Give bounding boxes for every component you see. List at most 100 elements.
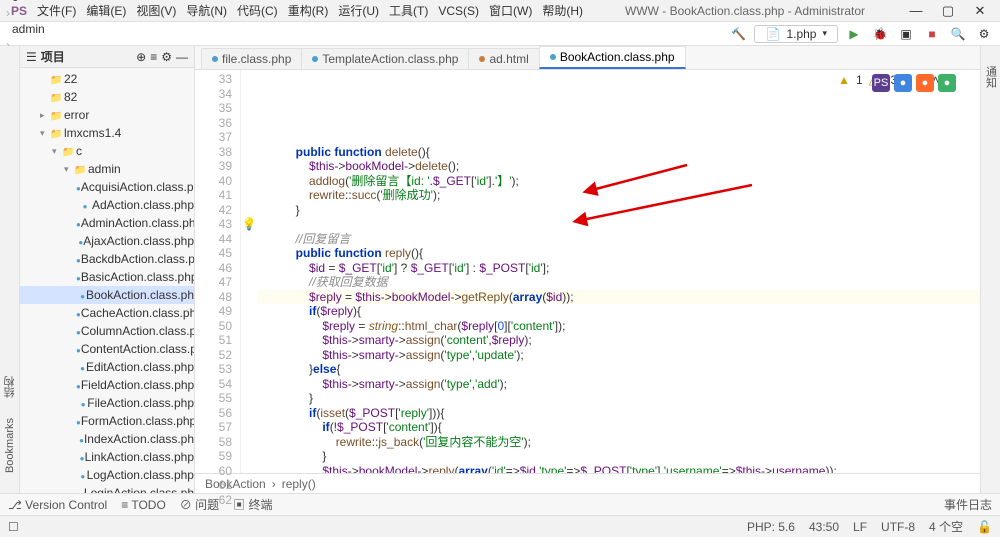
menu-item[interactable]: 导航(N) bbox=[181, 4, 232, 18]
menu-item[interactable]: 工具(T) bbox=[384, 4, 433, 18]
code-line[interactable]: if(isset($_POST['reply'])){ bbox=[257, 406, 980, 421]
tree-node[interactable]: LinkAction.class.php bbox=[20, 448, 194, 466]
run-button[interactable]: ▶ bbox=[844, 24, 864, 44]
line-number[interactable]: 54 bbox=[195, 377, 232, 392]
line-number[interactable]: 47 bbox=[195, 275, 232, 290]
project-panel-title[interactable]: 项目 bbox=[41, 48, 65, 65]
tree-node[interactable]: FormAction.class.php bbox=[20, 412, 194, 430]
bulb-icon[interactable]: 💡 bbox=[242, 217, 257, 231]
line-number[interactable]: 51 bbox=[195, 333, 232, 348]
line-number[interactable]: 43 bbox=[195, 217, 232, 232]
line-number[interactable]: 55 bbox=[195, 391, 232, 406]
locate-icon[interactable]: ⊕ bbox=[136, 50, 146, 64]
settings-icon[interactable]: ⚙ bbox=[974, 24, 994, 44]
line-number[interactable]: 53 bbox=[195, 362, 232, 377]
code-area[interactable]: ▲1 △13 ✓1 ˄˅ PS●●● public function delet… bbox=[257, 70, 980, 473]
line-number[interactable]: 38 bbox=[195, 145, 232, 160]
editor-tab[interactable]: TemplateAction.class.php bbox=[301, 48, 469, 69]
tree-node[interactable]: ColumnAction.class.p bbox=[20, 322, 194, 340]
status-pos[interactable]: 43:50 bbox=[809, 520, 839, 534]
tree-node[interactable]: FileAction.class.php bbox=[20, 394, 194, 412]
line-number[interactable]: 39 bbox=[195, 159, 232, 174]
tree-node[interactable]: BasicAction.class.php bbox=[20, 268, 194, 286]
tree-node[interactable]: FieldAction.class.php bbox=[20, 376, 194, 394]
menu-item[interactable]: 代码(C) bbox=[232, 4, 283, 18]
tree-node[interactable]: ▸ error bbox=[20, 106, 194, 124]
tree-node[interactable]: LoginAction.class.ph bbox=[20, 484, 194, 493]
tree-node[interactable]: AdminAction.class.ph bbox=[20, 214, 194, 232]
tree-arrow-icon[interactable]: ▾ bbox=[40, 128, 50, 139]
status-php[interactable]: PHP: 5.6 bbox=[747, 520, 795, 534]
tree-node[interactable]: AcquisiAction.class.ph bbox=[20, 178, 194, 196]
line-number[interactable]: 44 bbox=[195, 232, 232, 247]
menu-item[interactable]: 帮助(H) bbox=[537, 4, 588, 18]
line-number[interactable]: 33 bbox=[195, 72, 232, 87]
tree-node[interactable]: ▾ lmxcms1.4 bbox=[20, 124, 194, 142]
line-number[interactable]: 61 bbox=[195, 478, 232, 493]
menu-item[interactable]: 窗口(W) bbox=[484, 4, 537, 18]
line-number[interactable]: 48 bbox=[195, 290, 232, 305]
line-number[interactable]: 40 bbox=[195, 174, 232, 189]
maximize-button[interactable]: ▢ bbox=[934, 3, 962, 19]
line-number[interactable]: 50 bbox=[195, 319, 232, 334]
line-number[interactable]: 34 bbox=[195, 87, 232, 102]
debug-button[interactable]: 🐞 bbox=[870, 24, 890, 44]
tree-node[interactable]: CacheAction.class.ph bbox=[20, 304, 194, 322]
code-line[interactable]: } bbox=[257, 391, 980, 406]
tree-node[interactable]: ▾ admin bbox=[20, 160, 194, 178]
line-number[interactable]: 42 bbox=[195, 203, 232, 218]
status-icon[interactable]: ☐ bbox=[8, 520, 19, 534]
menu-item[interactable]: 重构(R) bbox=[283, 4, 334, 18]
tree-arrow-icon[interactable]: ▾ bbox=[64, 164, 74, 175]
tree-node[interactable]: BackdbAction.class.p bbox=[20, 250, 194, 268]
status-spaces[interactable]: 4 个空 bbox=[929, 518, 963, 535]
coverage-button[interactable]: ▣ bbox=[896, 24, 916, 44]
todo-tool[interactable]: ≡ TODO bbox=[121, 498, 166, 512]
tree-arrow-icon[interactable]: ▸ bbox=[40, 110, 50, 121]
gear-icon[interactable]: ⚙ bbox=[161, 50, 172, 64]
breadcrumb-method[interactable]: reply() bbox=[282, 477, 316, 491]
menu-item[interactable]: 运行(U) bbox=[333, 4, 384, 18]
line-number[interactable]: 37 bbox=[195, 130, 232, 145]
menu-item[interactable]: VCS(S) bbox=[433, 4, 484, 18]
line-number[interactable]: 60 bbox=[195, 464, 232, 479]
line-number[interactable]: 41 bbox=[195, 188, 232, 203]
tree-node[interactable]: AjaxAction.class.php bbox=[20, 232, 194, 250]
tree-node[interactable]: ContentAction.class.p bbox=[20, 340, 194, 358]
breadcrumb-item[interactable]: admin bbox=[6, 20, 148, 38]
run-config-dropdown[interactable]: 📄 1.php ▾ bbox=[754, 25, 838, 43]
tree-node[interactable]: IndexAction.class.ph bbox=[20, 430, 194, 448]
tree-node[interactable]: BookAction.class.ph bbox=[20, 286, 194, 304]
code-line[interactable]: $this->bookModel->reply(array('id'=>$id,… bbox=[257, 464, 980, 474]
code-line[interactable]: if(!$_POST['content']){ bbox=[257, 420, 980, 435]
tree-node[interactable]: AdAction.class.php bbox=[20, 196, 194, 214]
minimize-button[interactable]: — bbox=[902, 3, 930, 19]
status-enc[interactable]: UTF-8 bbox=[881, 520, 915, 534]
bookmarks-tool[interactable]: Bookmarks bbox=[4, 418, 16, 473]
code-line[interactable]: } bbox=[257, 449, 980, 464]
status-lf[interactable]: LF bbox=[853, 520, 867, 534]
editor-tab[interactable]: BookAction.class.php bbox=[539, 46, 686, 69]
search-everywhere-icon[interactable]: 🔍 bbox=[948, 24, 968, 44]
line-number[interactable]: 57 bbox=[195, 420, 232, 435]
tree-node[interactable]: ▾ c bbox=[20, 142, 194, 160]
breadcrumb-item[interactable]: c bbox=[6, 0, 148, 6]
status-lock-icon[interactable]: 🔓 bbox=[977, 520, 992, 534]
editor-tab[interactable]: ad.html bbox=[468, 48, 539, 69]
line-number[interactable]: 46 bbox=[195, 261, 232, 276]
stop-button[interactable]: ■ bbox=[922, 24, 942, 44]
hide-icon[interactable]: — bbox=[176, 50, 188, 64]
code-line[interactable]: $this->smarty->assign('type','update'); bbox=[257, 348, 980, 363]
notifications-tool[interactable]: 通知 bbox=[983, 66, 999, 88]
editor-tab[interactable]: file.class.php bbox=[201, 48, 302, 69]
code-line[interactable]: }else{ bbox=[257, 362, 980, 377]
tree-node[interactable]: EditAction.class.php bbox=[20, 358, 194, 376]
tree-arrow-icon[interactable]: ▾ bbox=[52, 146, 62, 157]
line-number[interactable]: 59 bbox=[195, 449, 232, 464]
build-button[interactable]: 🔨 bbox=[728, 24, 748, 44]
line-number[interactable]: 52 bbox=[195, 348, 232, 363]
line-number[interactable]: 58 bbox=[195, 435, 232, 450]
code-line[interactable]: rewrite::js_back('回复内容不能为空'); bbox=[257, 435, 980, 450]
collapse-icon[interactable]: ≡ bbox=[150, 50, 157, 64]
code-line[interactable]: $this->smarty->assign('type','add'); bbox=[257, 377, 980, 392]
